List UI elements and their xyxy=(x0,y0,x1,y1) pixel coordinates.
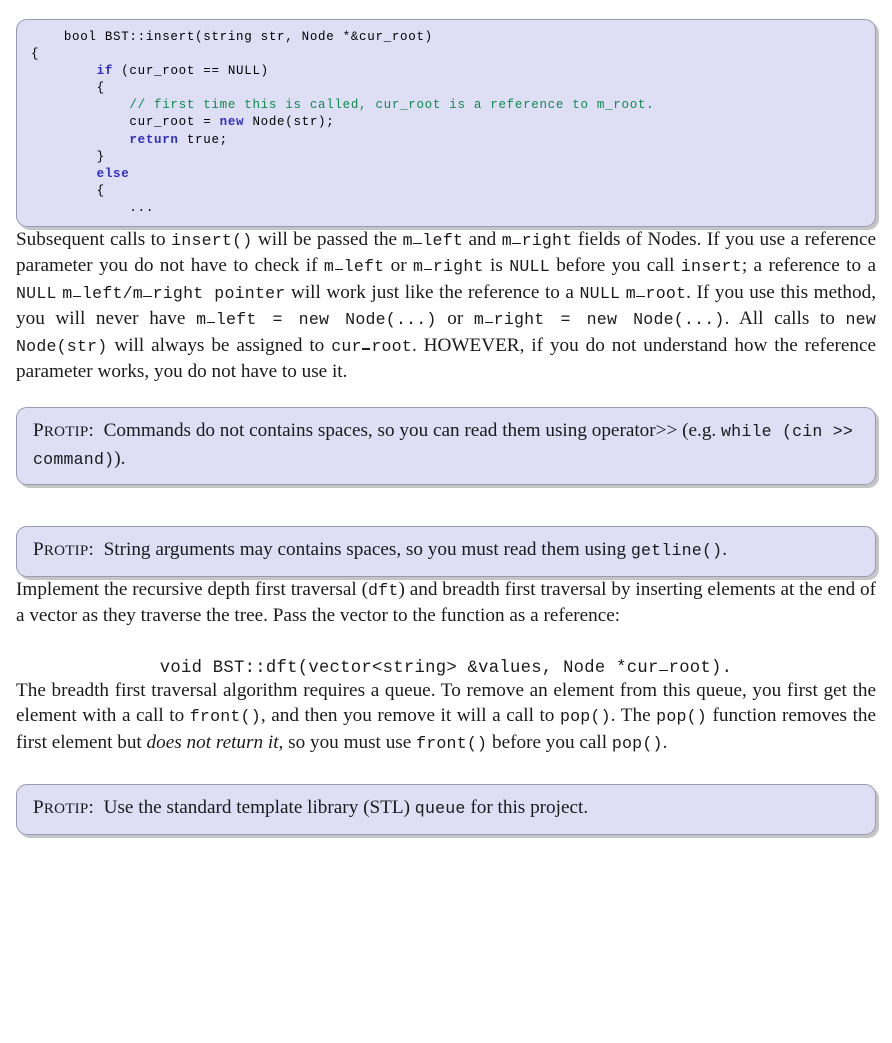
inline-code-new-node-str: new Node(str) xyxy=(16,310,876,356)
code-token: { xyxy=(96,183,105,198)
code-listing-text: bool BST::insert(string str, Node *&cur_… xyxy=(31,29,861,217)
inline-code-null-2: NULL xyxy=(16,283,57,303)
protip-3-text-end: for this project. xyxy=(465,797,589,819)
paragraph-3-text-c: . The xyxy=(610,705,657,727)
inline-code-pop: pop() xyxy=(559,707,611,727)
inline-code-insert: insert() xyxy=(171,231,253,251)
inline-code-null-3: NULL xyxy=(579,283,621,303)
emphasis-does-not-return-it: does not return it xyxy=(146,731,279,753)
protip-3-text: Use the standard template library (STL) xyxy=(98,797,415,819)
code-line: return true; xyxy=(31,132,861,149)
code-token: } xyxy=(96,149,105,164)
protip-2-text: String arguments may contains spaces, so… xyxy=(98,539,631,561)
code-token: ... xyxy=(129,200,155,215)
code-line: { xyxy=(31,46,861,63)
inline-code-insert-2: insert xyxy=(680,257,742,277)
inline-code-dft: dft xyxy=(368,580,399,600)
paragraph-3-text-b: , and then you remove it will a call to xyxy=(260,705,560,727)
code-token: return xyxy=(129,132,179,147)
inline-code-m-left-m-right-pointer: m left/m right pointer xyxy=(62,284,285,303)
inline-code-m-left-assign: m left = new Node(...) xyxy=(196,310,437,329)
paragraph-3-text-f: before you call xyxy=(487,731,612,753)
code-token: (cur_root == NULL) xyxy=(113,64,269,79)
protip-1-text: Commands do not contains spaces, so you … xyxy=(98,420,722,442)
code-line: } xyxy=(31,149,861,166)
document-page: bool BST::insert(string str, Node *&cur_… xyxy=(0,19,892,1043)
inline-code-m-left: m left xyxy=(403,231,463,250)
inline-code-m-right-assign: m right = new Node(...) xyxy=(474,310,725,329)
paragraph-breadth-first-queue: The breadth first traversal algorithm re… xyxy=(16,678,876,756)
inline-code-m-right: m right xyxy=(502,231,573,250)
protip-2-text-end: . xyxy=(722,539,728,561)
inline-code-pop-2: pop() xyxy=(656,707,707,727)
protip-box-commands: PROTIP: Commands do not contains spaces,… xyxy=(16,407,876,486)
inline-code-getline: getline() xyxy=(630,541,723,561)
protip-label-1: PROTIP: xyxy=(33,420,95,442)
paragraph-1-text: Subsequent calls to xyxy=(16,229,172,251)
code-line: ... xyxy=(31,200,861,217)
protip-label-3: PROTIP: xyxy=(33,797,95,819)
code-line: else xyxy=(31,166,861,183)
code-token: if xyxy=(96,64,114,79)
paragraph-implement-traversal: Implement the recursive depth first trav… xyxy=(16,577,876,629)
inline-code-front: front() xyxy=(189,707,261,727)
inline-code-m-left-2: m left xyxy=(324,257,384,276)
paragraph-subsequent-calls: Subsequent calls to insert() will be pas… xyxy=(16,229,877,383)
code-line: if (cur_root == NULL) xyxy=(31,63,861,80)
code-token: Node(str); xyxy=(244,115,335,130)
code-token: // first time this is called, cur_root i… xyxy=(129,98,655,113)
code-token: else xyxy=(96,166,130,181)
code-token: true; xyxy=(178,132,228,147)
protip-box-string-arguments: PROTIP: String arguments may contains sp… xyxy=(16,526,876,577)
code-token: { xyxy=(96,81,105,96)
paragraph-3-text-g: . xyxy=(662,731,668,753)
code-line: { xyxy=(31,183,861,200)
inline-code-queue: queue xyxy=(414,799,466,819)
code-token: cur_root = xyxy=(129,115,220,130)
code-token: new xyxy=(219,115,245,130)
protip-box-stl-queue: PROTIP: Use the standard template librar… xyxy=(16,784,876,835)
protip-label-2: PROTIP: xyxy=(33,539,95,561)
inline-code-front-2: front() xyxy=(416,733,488,753)
paragraph-2-text: Implement the recursive depth first trav… xyxy=(16,578,368,600)
code-line: // first time this is called, cur_root i… xyxy=(31,97,861,114)
protip-1-text-end: ). xyxy=(114,448,126,470)
code-line: cur_root = new Node(str); xyxy=(31,114,861,131)
code-line: { xyxy=(31,80,861,97)
inline-code-null: NULL xyxy=(509,257,550,277)
inline-code-m-root: m root xyxy=(626,284,686,303)
paragraph-3-text-e: , so you must use xyxy=(278,731,417,753)
code-line: bool BST::insert(string str, Node *&cur_… xyxy=(31,29,861,46)
code-token: bool BST::insert(string str, Node *&cur_… xyxy=(63,30,433,44)
code-token: { xyxy=(31,47,40,62)
inline-code-m-right-2: m right xyxy=(413,257,484,276)
inline-code-cur-root: cur root xyxy=(331,337,412,356)
code-listing-block: bool BST::insert(string str, Node *&cur_… xyxy=(16,19,876,228)
display-function-signature: void BST::dft(vector<string> &values, No… xyxy=(16,655,876,678)
inline-code-pop-3: pop() xyxy=(611,733,663,753)
